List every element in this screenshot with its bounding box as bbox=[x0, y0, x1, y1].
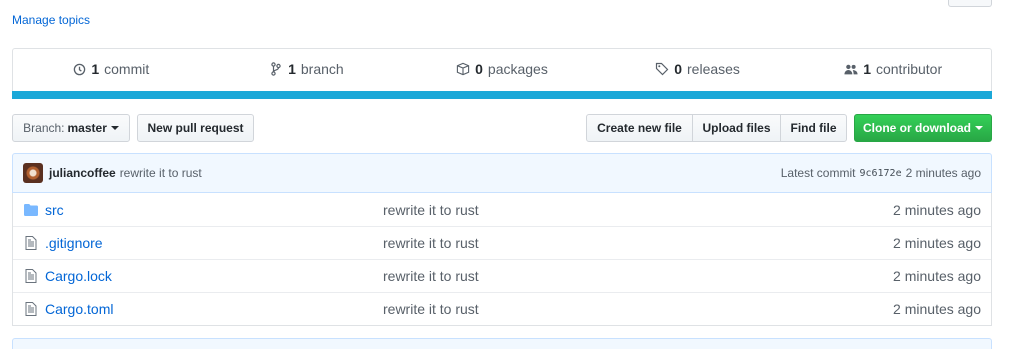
readme-header bbox=[12, 338, 992, 349]
language-bar[interactable] bbox=[12, 91, 992, 99]
branches-count: 1 bbox=[288, 61, 296, 77]
table-row: .gitignore rewrite it to rust 2 minutes … bbox=[13, 226, 991, 259]
file-age: 2 minutes ago bbox=[893, 268, 981, 284]
new-pull-request-button[interactable]: New pull request bbox=[137, 114, 254, 142]
file-actions-group: Create new file Upload files Find file bbox=[586, 114, 847, 142]
git-branch-icon bbox=[269, 62, 283, 76]
clone-label: Clone or download bbox=[863, 121, 971, 135]
file-age: 2 minutes ago bbox=[893, 301, 981, 317]
avatar[interactable] bbox=[23, 163, 43, 183]
table-row: Cargo.toml rewrite it to rust 2 minutes … bbox=[13, 292, 991, 325]
releases-label: releases bbox=[687, 61, 740, 77]
manage-topics-link[interactable]: Manage topics bbox=[12, 13, 90, 27]
commit-message-link[interactable]: rewrite it to rust bbox=[120, 166, 202, 180]
commits-summary[interactable]: 1 commit bbox=[13, 49, 209, 89]
table-row: Cargo.lock rewrite it to rust 2 minutes … bbox=[13, 259, 991, 292]
create-new-file-button[interactable]: Create new file bbox=[586, 114, 693, 142]
branches-summary[interactable]: 1 branch bbox=[209, 49, 405, 89]
tag-icon bbox=[655, 62, 669, 76]
history-icon bbox=[72, 62, 86, 76]
contributors-label: contributor bbox=[875, 61, 943, 77]
numbers-summary: 1 commit 1 branch 0 packages 0 releases … bbox=[12, 48, 992, 99]
commit-sha-link[interactable]: 9c6172e bbox=[859, 168, 901, 179]
latest-commit-bar: juliancoffee rewrite it to rust Latest c… bbox=[12, 153, 992, 193]
releases-summary[interactable]: 0 releases bbox=[600, 49, 796, 89]
file-age: 2 minutes ago bbox=[893, 201, 981, 218]
find-file-button[interactable]: Find file bbox=[780, 114, 847, 142]
packages-label: packages bbox=[487, 61, 548, 77]
file-age: 2 minutes ago bbox=[893, 235, 981, 251]
commit-author-link[interactable]: juliancoffee bbox=[49, 166, 116, 180]
file-name-link[interactable]: Cargo.toml bbox=[45, 301, 375, 317]
upload-files-button[interactable]: Upload files bbox=[692, 114, 781, 142]
file-commit-message-link[interactable]: rewrite it to rust bbox=[383, 301, 479, 317]
contributors-summary[interactable]: 1 contributor bbox=[795, 49, 991, 89]
branches-label: branch bbox=[300, 61, 344, 77]
package-icon bbox=[456, 62, 470, 76]
releases-count: 0 bbox=[674, 61, 683, 77]
commits-label: commit bbox=[104, 61, 150, 77]
people-icon bbox=[844, 62, 858, 76]
top-right-button[interactable] bbox=[948, 0, 992, 7]
file-icon bbox=[23, 235, 39, 251]
file-commit-message-link[interactable]: rewrite it to rust bbox=[383, 235, 479, 251]
clone-or-download-button[interactable]: Clone or download bbox=[854, 114, 992, 142]
file-name-link[interactable]: Cargo.lock bbox=[45, 268, 375, 284]
chevron-down-icon bbox=[110, 126, 119, 130]
folder-icon bbox=[23, 202, 39, 218]
branch-prefix: Branch: bbox=[23, 121, 65, 135]
commit-age: 2 minutes ago bbox=[905, 166, 981, 180]
table-row: src rewrite it to rust 2 minutes ago bbox=[13, 193, 991, 226]
contributors-count: 1 bbox=[863, 61, 871, 77]
branch-name: master bbox=[67, 121, 107, 135]
packages-count: 0 bbox=[475, 61, 483, 77]
file-commit-message-link[interactable]: rewrite it to rust bbox=[383, 268, 479, 284]
file-list: src rewrite it to rust 2 minutes ago .gi… bbox=[12, 193, 992, 326]
branch-select-button[interactable]: Branch: master bbox=[12, 114, 130, 142]
chevron-down-icon bbox=[975, 126, 983, 130]
file-name-link[interactable]: .gitignore bbox=[45, 235, 375, 251]
latest-commit-label: Latest commit bbox=[780, 166, 856, 180]
file-name-link[interactable]: src bbox=[45, 202, 375, 218]
file-commit-message-link[interactable]: rewrite it to rust bbox=[383, 202, 479, 218]
file-icon bbox=[23, 268, 39, 284]
file-navigation: Branch: master New pull request Create n… bbox=[12, 114, 992, 142]
file-icon bbox=[23, 301, 39, 317]
latest-commit-info: Latest commit 9c6172e 2 minutes ago bbox=[781, 166, 981, 180]
packages-summary[interactable]: 0 packages bbox=[404, 49, 600, 89]
commits-count: 1 bbox=[91, 61, 100, 77]
